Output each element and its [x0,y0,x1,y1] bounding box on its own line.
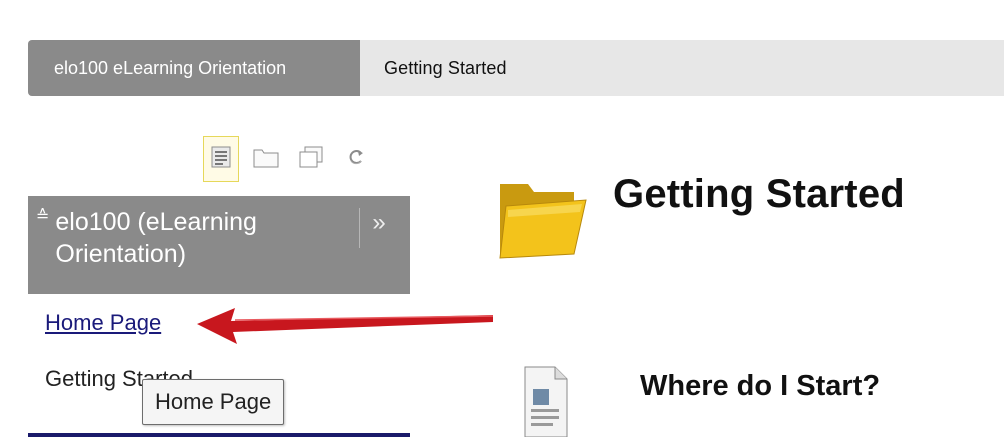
refresh-button[interactable] [338,136,374,182]
folder-view-button[interactable] [248,136,284,182]
page-title: Getting Started [613,172,905,216]
window-view-icon [298,145,324,174]
content-item-title[interactable]: Where do I Start? [640,370,880,403]
breadcrumb-course-link[interactable]: elo100 eLearning Orientation [28,40,360,96]
list-view-icon [211,146,231,173]
folder-view-icon [253,146,279,173]
menu-view-toolbar [203,136,374,182]
menu-item-home-page[interactable]: Home Page [45,310,161,336]
red-arrow-icon [195,304,495,353]
collapse-icon[interactable]: ≙ [36,204,49,270]
menu-divider [28,433,410,437]
expand-menu-button[interactable]: » [359,208,398,248]
home-page-tooltip: Home Page [142,379,285,425]
document-icon[interactable] [523,365,569,442]
breadcrumb: elo100 eLearning Orientation Getting Sta… [28,40,1004,96]
refresh-icon [346,145,366,174]
course-menu-header: ≙ elo100 (eLearning Orientation) » [28,196,410,294]
list-view-button[interactable] [203,136,239,182]
course-menu-title-label: elo100 (eLearning Orientation) [55,208,257,268]
tooltip-text: Home Page [155,389,272,414]
folder-icon [494,172,590,267]
double-chevron-right-icon: » [372,209,386,236]
course-menu-title[interactable]: ≙ elo100 (eLearning Orientation) [36,206,336,270]
window-view-button[interactable] [293,136,329,182]
breadcrumb-course-label: elo100 eLearning Orientation [54,57,287,78]
breadcrumb-current: Getting Started [384,57,507,78]
